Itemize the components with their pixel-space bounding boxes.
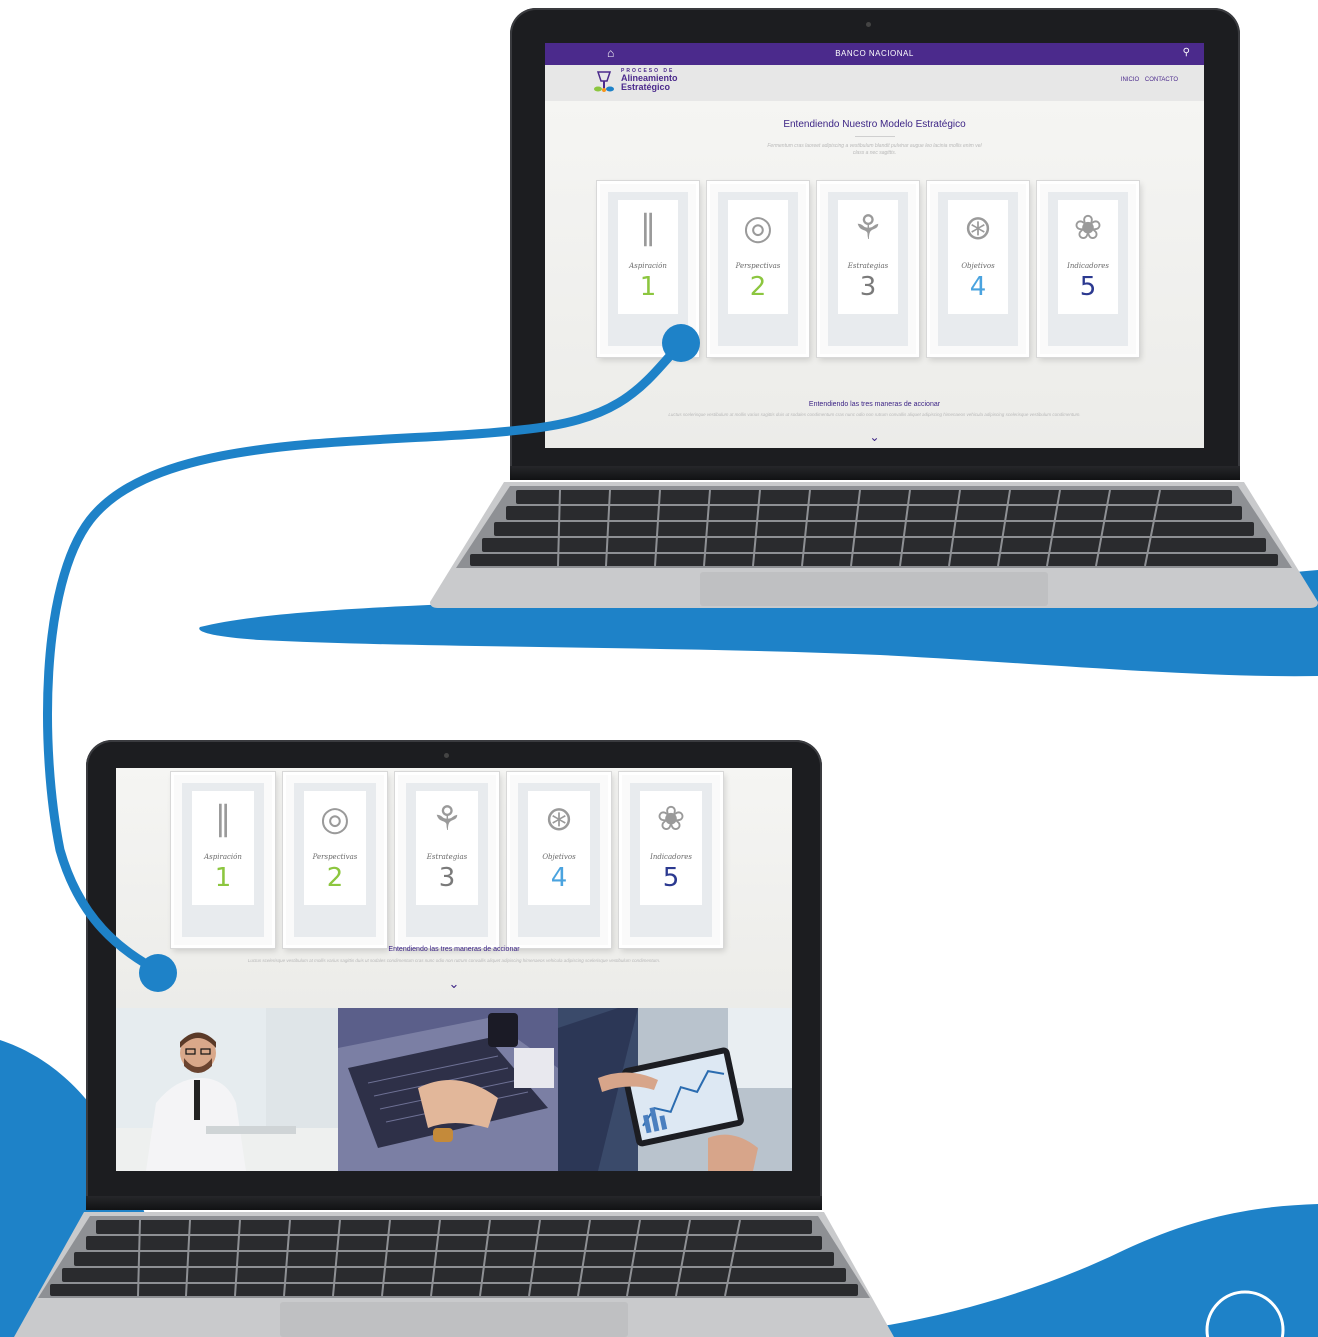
frame-caption: Estrategias [847,262,889,270]
connector-dot-bottom [139,954,177,992]
nav-inicio[interactable]: INICIO [1121,77,1139,83]
chevron-down-icon[interactable]: ⌄ [869,430,879,444]
promo-canvas: ⌂ BANCO NACIONAL ⚲ PROCESO DE Alineamien… [0,0,1318,1337]
site-body: Entendiendo Nuestro Modelo Estratégico F… [545,101,1204,448]
frame-number: 5 [1079,272,1097,302]
section2-title: Entendiendo las tres maneras de accionar [808,401,941,408]
section-title: Entendiendo Nuestro Modelo Estratégico [783,119,966,130]
frame-caption: Objetivos [961,262,995,270]
laptop-base [430,482,1318,608]
frame-number: 3 [438,863,456,893]
camera [444,753,449,758]
frame-card-5[interactable]: ❀ Indicadores 5 [1037,181,1139,357]
site-header: PROCESO DE Alineamiento Estratégico INIC… [545,65,1204,101]
frame-caption: Indicadores [650,853,692,861]
frame-number: 1 [214,863,232,893]
frame-number: 1 [639,272,657,302]
logo-line2: Alineamiento Estratégico [621,73,678,92]
sketch-icon: ∥ [639,209,657,247]
section2-text: Luctus scelerisque vestibulum at mollis … [247,958,661,963]
sketch-icon: ∥ [214,800,232,838]
frame-card-4[interactable]: ⊛ Objetivos 4 [927,181,1029,357]
section2-title: Entendiendo las tres maneras de accionar [388,946,520,953]
site-body: ∥ Aspiración 1 ◎ Perspectivas 2 ⚘ Estrategias 3 ⊛… [116,768,792,1008]
tablet-chart-photo [558,1008,792,1171]
office-worker-photo [116,1008,338,1171]
laptop-top: ⌂ BANCO NACIONAL ⚲ PROCESO DE Alineamien… [430,8,1318,608]
sketch-icon: ❀ [656,800,686,838]
frame-card-5[interactable]: ❀ Indicadores 5 [619,772,723,948]
frame-card-2[interactable]: ◎ Perspectivas 2 [707,181,809,357]
frame-caption: Perspectivas [312,853,358,861]
frame-number: 2 [749,272,767,302]
title-divider [855,136,895,137]
laptop-base [14,1212,894,1337]
frame-card-1[interactable]: ∥ Aspiración 1 [171,772,275,948]
frame-caption: Aspiración [204,853,242,861]
frame-card-4[interactable]: ⊛ Objetivos 4 [507,772,611,948]
frame-caption: Estrategias [426,853,468,861]
connector-dot-top [662,324,700,362]
frame-number: 2 [326,863,344,893]
frame-caption: Objetivos [542,853,576,861]
website-screen: ∥ Aspiración 1 ◎ Perspectivas 2 ⚘ Estrategias 3 ⊛… [116,768,792,1171]
chevron-down-icon[interactable]: ⌄ [449,976,460,992]
frame-caption: Aspiración [629,262,667,270]
site-nav: INICIO CONTACTO [1117,77,1178,83]
logo-mark-icon [594,71,614,92]
frame-card-3[interactable]: ⚘ Estrategias 3 [395,772,499,948]
frame-number: 4 [969,272,987,302]
sketch-icon: ⚘ [852,209,884,247]
site-topbar: ⌂ BANCO NACIONAL ⚲ [545,43,1204,65]
frame-card-3[interactable]: ⚘ Estrategias 3 [817,181,919,357]
home-icon[interactable]: ⌂ [607,46,614,60]
frame-caption: Indicadores [1067,262,1109,270]
nav-contacto[interactable]: CONTACTO [1145,77,1178,83]
sketch-icon: ⊛ [963,209,993,247]
sketch-icon: ⚘ [431,800,463,838]
sketch-icon: ◎ [320,800,350,838]
frame-caption: Perspectivas [735,262,781,270]
frame-number: 5 [662,863,680,893]
sketch-icon: ⊛ [544,800,574,838]
search-icon[interactable]: ⚲ [1183,47,1190,58]
sketch-icon: ❀ [1073,209,1103,247]
frame-number: 4 [550,863,568,893]
photo-strip [116,1008,792,1171]
bank-brand: BANCO NACIONAL [835,49,914,58]
site-logo[interactable]: PROCESO DE Alineamiento Estratégico [593,68,693,98]
section-intro: Fermentum cras laoreet adipiscing a vest… [767,143,982,156]
laptop-typing-photo [338,1008,558,1171]
camera [866,22,871,27]
sketch-icon: ◎ [743,209,773,247]
website-screen: ⌂ BANCO NACIONAL ⚲ PROCESO DE Alineamien… [545,43,1204,448]
section2-text: Luctus scelerisque vestibulum at mollis … [668,412,1081,417]
frame-number: 3 [859,272,877,302]
laptop-bottom: ∥ Aspiración 1 ◎ Perspectivas 2 ⚘ Estrategias 3 ⊛… [14,740,894,1337]
frame-card-2[interactable]: ◎ Perspectivas 2 [283,772,387,948]
frames-row: ∥ Aspiración 1 ◎ Perspectivas 2 ⚘ Estrategias 3 ⊛… [171,772,723,948]
